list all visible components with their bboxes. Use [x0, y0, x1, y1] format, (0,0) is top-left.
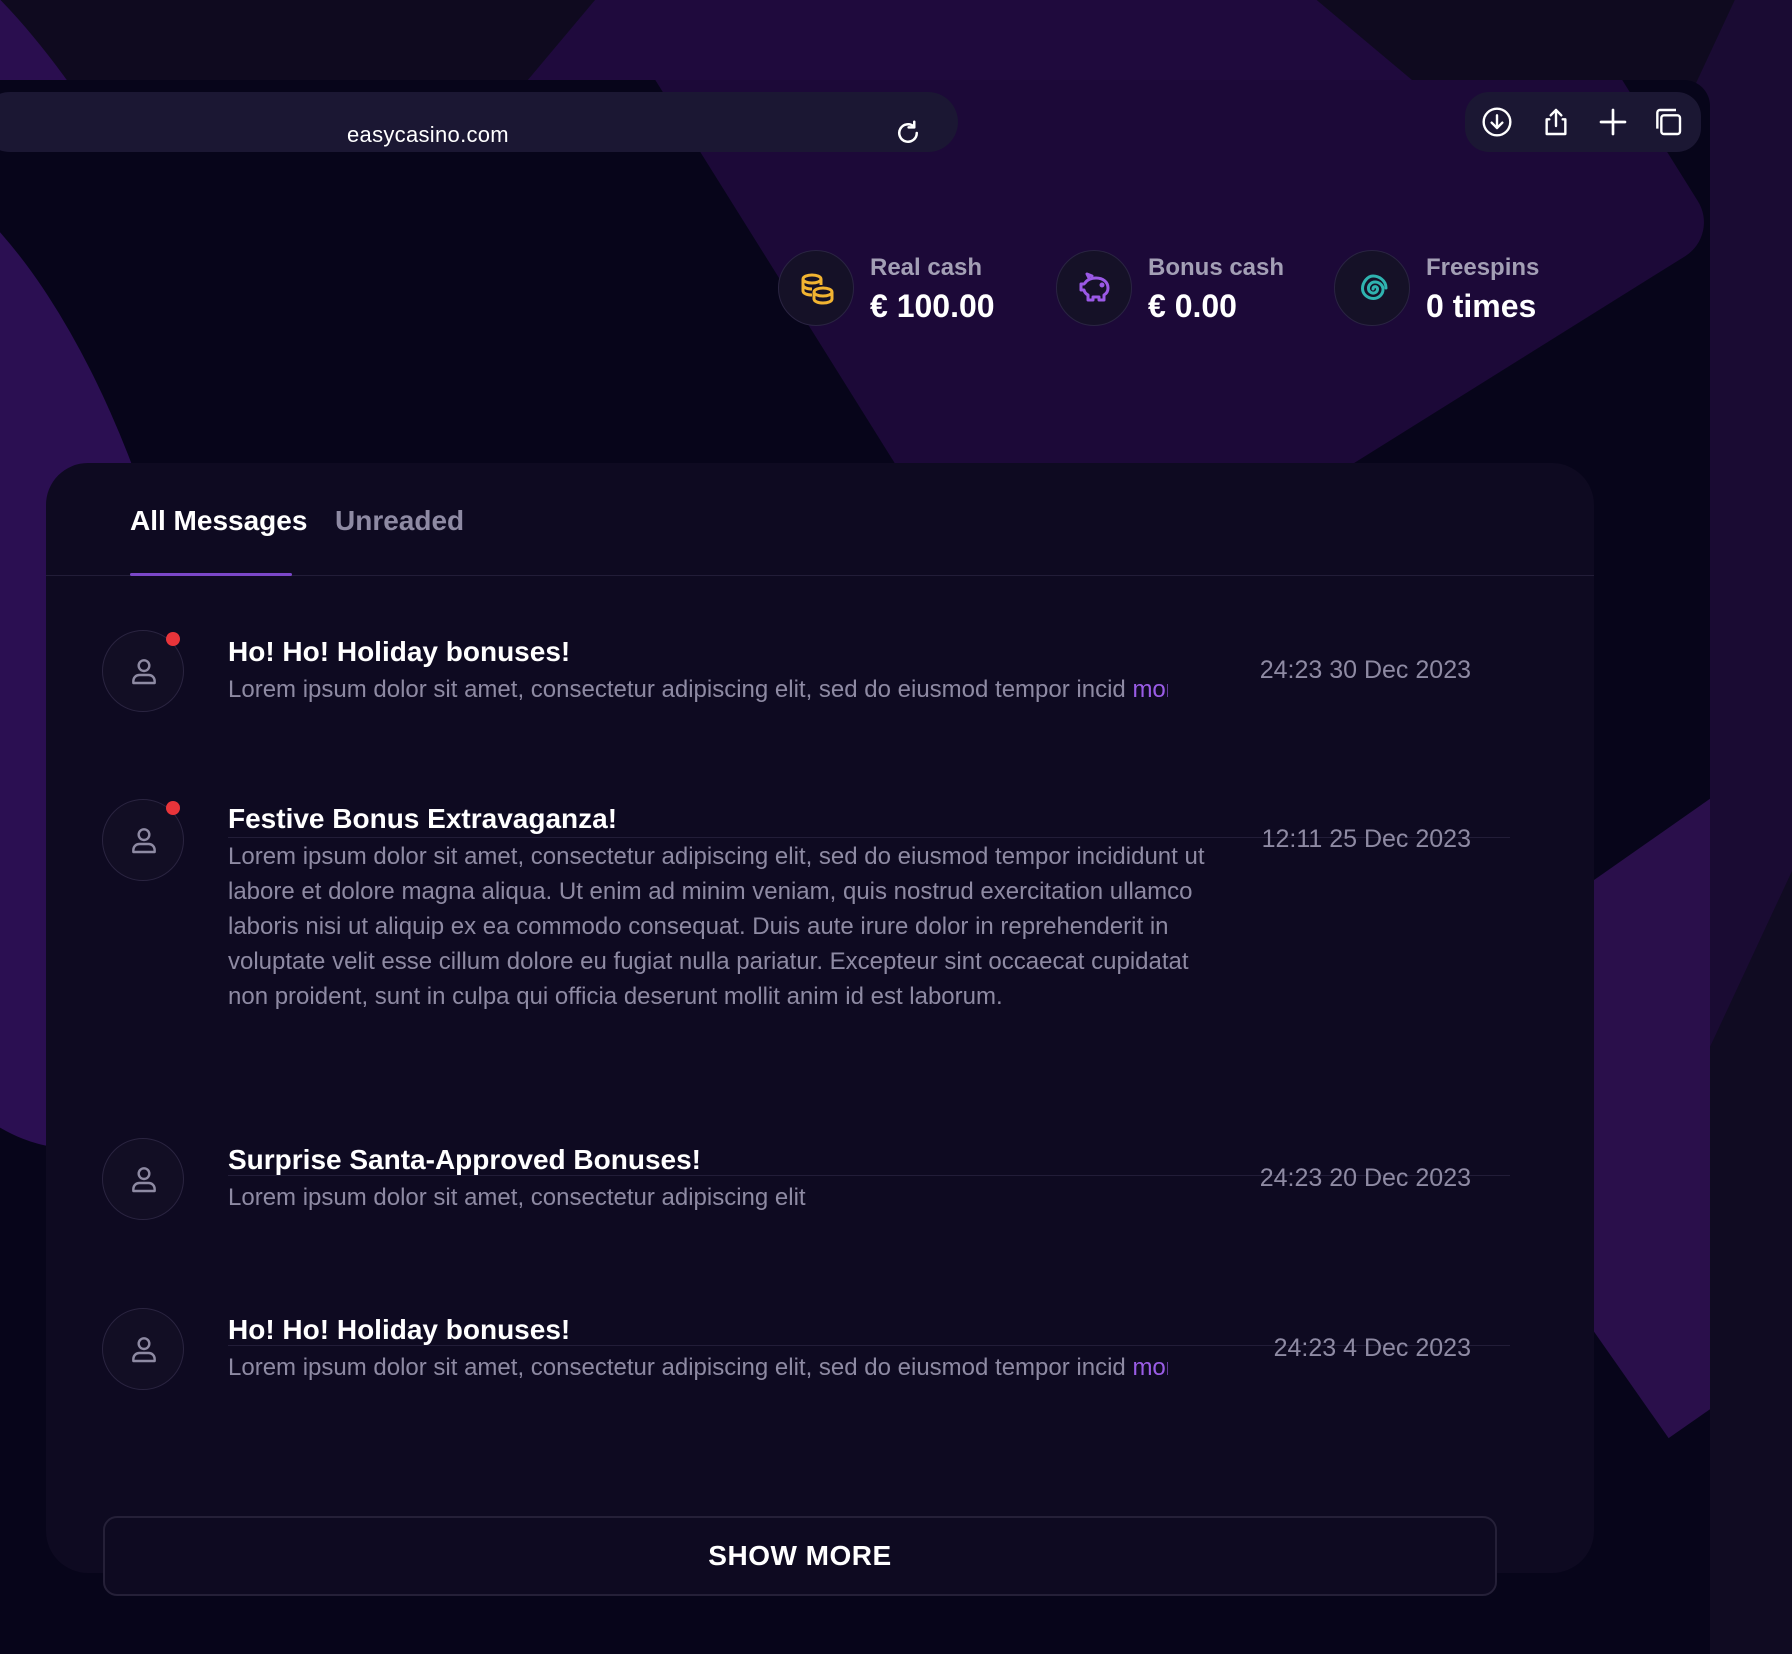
spiral-icon-badge — [1334, 250, 1410, 326]
new-tab-icon[interactable] — [1597, 106, 1629, 138]
show-more-button[interactable]: SHOW MORE — [103, 1516, 1497, 1596]
more-link[interactable]: more — [1132, 676, 1168, 703]
stat-label: Freespins — [1426, 254, 1540, 281]
message-preview: Lorem ipsum dolor sit amet, consectetur … — [228, 1350, 1168, 1385]
browser-toolbar — [1465, 92, 1701, 152]
user-icon — [132, 1167, 156, 1193]
stat-value: € 0.00 — [1148, 288, 1237, 324]
message-title: Ho! Ho! Holiday bonuses! — [228, 1314, 571, 1345]
browser-window: easycasino.com Real cash € 100.00 Bonus … — [0, 80, 1710, 1654]
address-bar[interactable]: easycasino.com — [0, 92, 958, 152]
more-link[interactable]: more — [1132, 1354, 1168, 1381]
message-body: Lorem ipsum dolor sit amet, consectetur … — [228, 843, 1205, 1010]
message-date: 24:23 4 Dec 2023 — [1273, 1334, 1471, 1362]
tabs-icon[interactable] — [1652, 106, 1684, 138]
piggy-bank-icon — [1079, 272, 1110, 302]
tab-unreaded[interactable]: Unreaded — [335, 505, 464, 537]
active-tab-indicator — [130, 573, 292, 576]
unread-dot — [166, 801, 180, 815]
stat-value: 0 times — [1426, 288, 1537, 324]
message-title: Surprise Santa-Approved Bonuses! — [228, 1144, 701, 1175]
url-text[interactable]: easycasino.com — [347, 122, 509, 148]
download-icon[interactable] — [1481, 106, 1513, 138]
message-date: 24:23 30 Dec 2023 — [1259, 656, 1471, 684]
message-tabs: All Messages Unreaded — [46, 463, 1594, 576]
user-icon — [132, 1337, 156, 1363]
user-icon — [132, 659, 156, 685]
page-top-backdrop — [0, 0, 1792, 90]
stat-label: Real cash — [870, 254, 983, 281]
avatar — [102, 1308, 184, 1390]
coins-icon-badge — [778, 250, 854, 326]
message-title: Festive Bonus Extravaganza! — [228, 803, 618, 834]
message-title: Ho! Ho! Holiday bonuses! — [228, 636, 571, 667]
piggy-bank-icon-badge — [1056, 250, 1132, 326]
coins-icon — [801, 273, 834, 305]
message-date: 24:23 20 Dec 2023 — [1259, 1164, 1471, 1192]
messages-panel: All Messages Unreaded Ho! Ho! Holiday bo… — [46, 463, 1594, 1596]
message-preview: Lorem ipsum dolor sit amet, consectetur … — [228, 672, 1168, 707]
stat-value: € 100.00 — [870, 288, 995, 324]
user-icon — [132, 828, 156, 854]
spiral-icon — [1360, 274, 1388, 301]
message-body: Lorem ipsum dolor sit amet, consectetur … — [228, 1184, 806, 1211]
share-icon[interactable] — [1540, 106, 1572, 138]
reload-icon[interactable] — [893, 118, 923, 148]
message-body: Lorem ipsum dolor sit amet, consectetur … — [228, 676, 1126, 703]
message-date: 12:11 25 Dec 2023 — [1261, 825, 1471, 853]
avatar — [102, 1138, 184, 1220]
stat-label: Bonus cash — [1148, 254, 1285, 281]
message-body: Lorem ipsum dolor sit amet, consectetur … — [228, 1354, 1126, 1381]
unread-dot — [166, 632, 180, 646]
tab-all-messages[interactable]: All Messages — [130, 505, 307, 537]
